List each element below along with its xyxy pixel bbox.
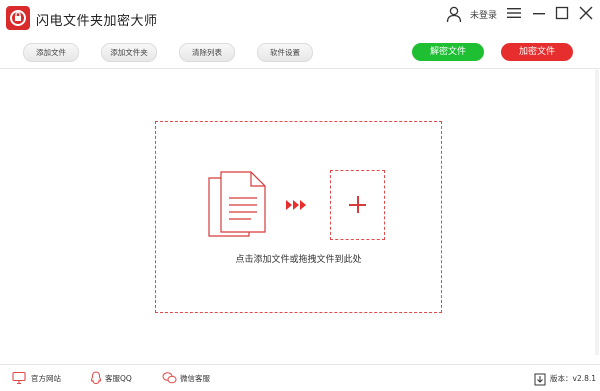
wechat-support-label: 微信客服 — [180, 374, 210, 383]
qq-support-link[interactable]: 客服QQ — [90, 371, 145, 385]
documents-icon — [208, 171, 266, 237]
toolbar: 添加文件 添加文件夹 清除列表 软件设置 解密文件 加密文件 — [0, 36, 600, 69]
website-label: 官方网站 — [31, 374, 61, 383]
triple-arrow-icon — [286, 200, 306, 210]
monitor-icon — [12, 371, 26, 385]
decrypt-button[interactable]: 解密文件 — [412, 43, 484, 61]
title-bar: 闪电文件夹加密大师 未登录 — [0, 0, 600, 36]
menu-icon[interactable] — [504, 4, 524, 22]
add-file-button[interactable]: 添加文件 — [23, 43, 79, 62]
user-icon[interactable] — [445, 5, 463, 23]
app-title: 闪电文件夹加密大师 — [36, 14, 158, 29]
wechat-support-link[interactable]: 微信客服 — [162, 371, 222, 385]
qq-support-label: 客服QQ — [105, 374, 132, 383]
wechat-icon — [162, 372, 177, 384]
add-folder-button[interactable]: 添加文件夹 — [101, 43, 157, 62]
version-info[interactable]: 版本：v2.8.1 — [534, 371, 596, 386]
login-status-label[interactable]: 未登录 — [470, 8, 497, 21]
footer: 官方网站 客服QQ 微信客服 版本：v2.8.1 — [0, 364, 600, 391]
app-logo-icon — [6, 6, 30, 30]
maximize-icon[interactable] — [552, 4, 572, 22]
clear-list-button[interactable]: 清除列表 — [179, 43, 235, 62]
website-link[interactable]: 官方网站 — [12, 371, 72, 385]
close-icon[interactable] — [576, 4, 596, 22]
download-icon — [534, 373, 546, 386]
encrypt-button[interactable]: 加密文件 — [501, 43, 573, 61]
add-target-box[interactable] — [330, 170, 385, 240]
settings-button[interactable]: 软件设置 — [257, 43, 313, 62]
scrollbar[interactable] — [595, 70, 599, 355]
drop-zone[interactable] — [155, 121, 442, 313]
minimize-icon[interactable] — [529, 4, 549, 22]
version-label: 版本：v2.8.1 — [550, 374, 597, 383]
qq-icon — [90, 371, 102, 385]
drop-hint-text: 点击添加文件或拖拽文件到此处 — [235, 255, 362, 265]
